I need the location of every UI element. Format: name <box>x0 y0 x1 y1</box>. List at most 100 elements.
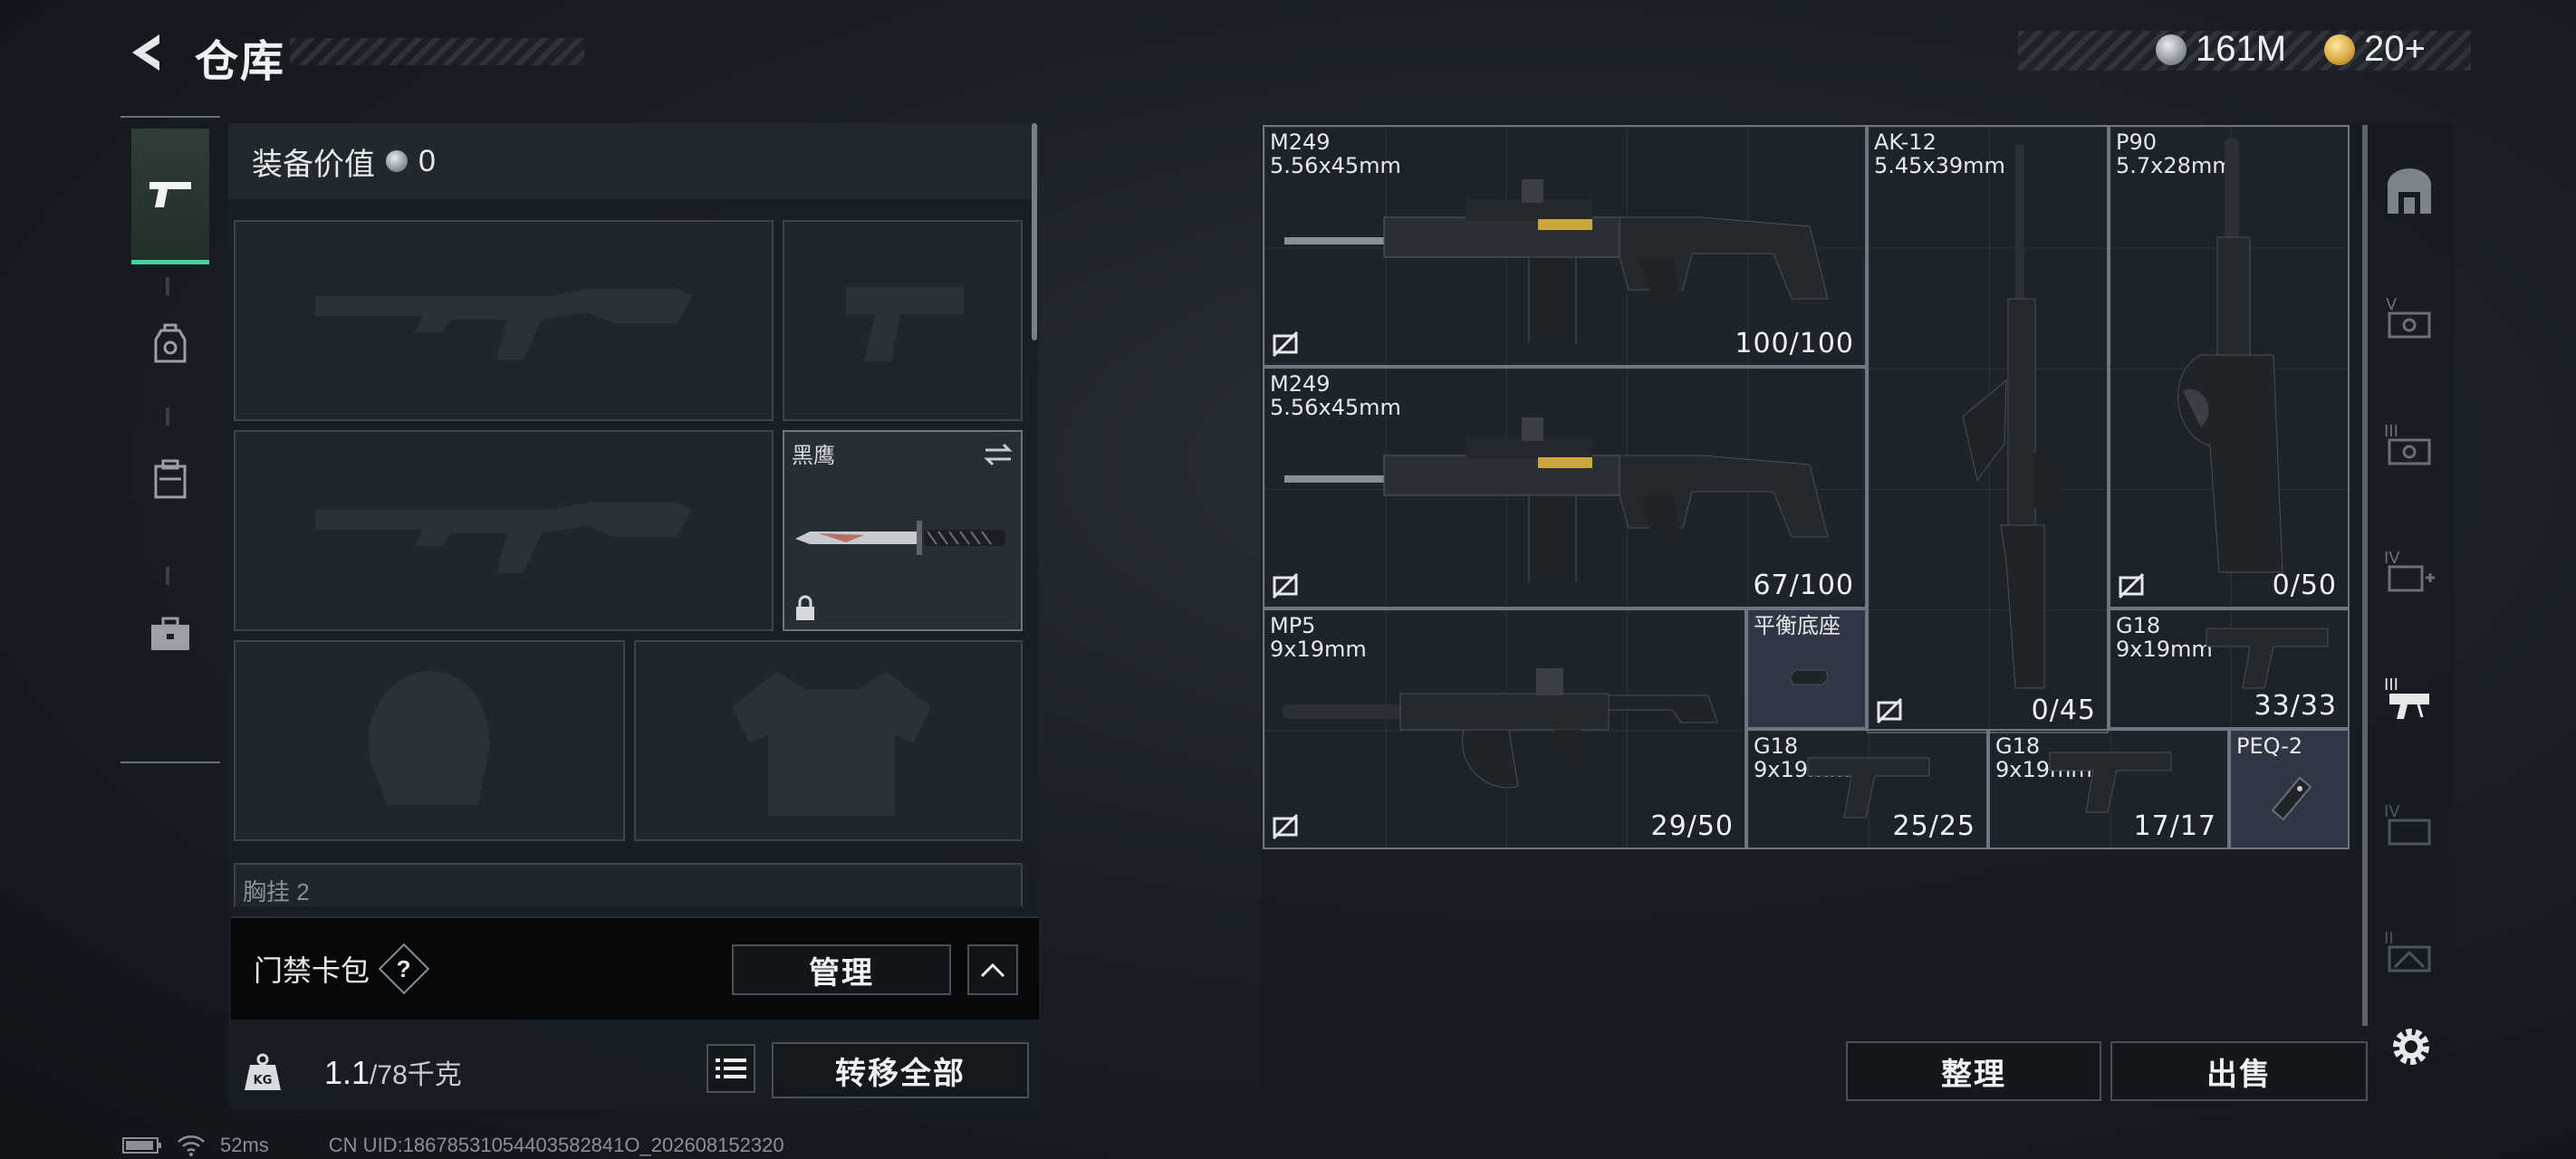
stash-item-g18[interactable]: G18 9x19mm 33/33 <box>2109 608 2350 729</box>
lock-icon <box>796 595 814 620</box>
wifi-icon <box>178 1135 205 1156</box>
home-vault-icon <box>2388 168 2431 214</box>
gold-currency[interactable]: 20+ <box>2324 29 2426 70</box>
machine-gun-icon <box>1284 417 1829 582</box>
stash-category-iv[interactable]: IV <box>2377 791 2442 857</box>
no-sell-icon <box>1272 572 1299 599</box>
help-button[interactable]: ? <box>378 943 430 995</box>
iv-medical-icon: IV <box>2384 549 2435 592</box>
stash-item-m249[interactable]: M249 5.56x45mm 67/100 <box>1263 367 1867 608</box>
manage-button[interactable]: 管理 <box>732 944 951 995</box>
laser-module-icon <box>2271 776 2312 821</box>
stash-item-ak12[interactable]: AK-12 5.45x39mm 0/45 <box>1867 125 2109 733</box>
swap-icon[interactable] <box>982 441 1014 468</box>
smg-icon <box>1283 668 1718 789</box>
smg-icon <box>2177 138 2283 573</box>
helmet-slot[interactable] <box>234 640 625 841</box>
melee-item-name: 黑鹰 <box>792 444 835 468</box>
weight-kg-icon: KG <box>245 1053 281 1090</box>
stash-category-iii[interactable]: III <box>2377 411 2442 476</box>
item-ammo: 17/17 <box>2133 810 2216 842</box>
svg-text:KG: KG <box>254 1074 273 1087</box>
no-sell-icon <box>1272 330 1299 358</box>
stash-item-g18[interactable]: G18 9x19mm 17/17 <box>1988 729 2229 849</box>
svg-text:III: III <box>2384 675 2398 694</box>
armor-silhouette-icon <box>732 671 931 816</box>
sort-button[interactable]: 整理 <box>1846 1041 2101 1101</box>
svg-text:II: II <box>2384 929 2394 948</box>
no-sell-icon <box>2118 572 2145 599</box>
gold-amount: 20+ <box>2364 29 2426 69</box>
melee-slot[interactable]: 黑鹰 <box>783 430 1023 631</box>
battery-icon <box>122 1137 161 1154</box>
primary-weapon-slot-1[interactable] <box>234 220 774 421</box>
chest-rig-label: 胸挂 2 <box>243 878 310 905</box>
svg-text:V: V <box>2386 295 2398 314</box>
stash-category-ii[interactable]: II <box>2377 918 2442 983</box>
stash-item-mp5[interactable]: MP5 9x19mm 29/50 <box>1263 608 1746 849</box>
chest-rig-slot[interactable]: 胸挂 2 <box>234 863 1023 906</box>
knife-icon <box>795 521 1005 555</box>
ii-crate-icon: II <box>2384 929 2431 972</box>
help-icon: ? <box>397 954 411 982</box>
stash-item-p90[interactable]: P90 5.7x28mm 0/50 <box>2109 125 2350 608</box>
tab-armor[interactable] <box>131 299 209 389</box>
uid-readout: CN UID:18678531054403582841O_20260815232… <box>328 1134 784 1156</box>
armor-slot[interactable] <box>634 640 1023 841</box>
stash-item-peq2[interactable]: PEQ-2 <box>2229 729 2350 849</box>
chevron-up-icon <box>980 963 1005 978</box>
pistol-icon <box>2049 752 2172 813</box>
tab-cases[interactable] <box>131 589 209 679</box>
item-ammo: 100/100 <box>1735 328 1854 359</box>
title-decoration <box>290 38 584 65</box>
silver-coin-icon <box>386 150 408 172</box>
tab-weapons[interactable] <box>131 129 209 264</box>
item-name: PEQ-2 <box>2236 733 2303 759</box>
page-title: 仓库 <box>195 38 286 86</box>
helmet-silhouette-icon <box>368 670 490 805</box>
equipment-value-label: 装备价值 <box>252 147 375 182</box>
stash-category-home[interactable] <box>2377 158 2442 223</box>
status-bar: 52ms CN UID:18678531054403582841O_202608… <box>122 1134 784 1157</box>
item-name: 平衡底座 <box>1754 613 1841 638</box>
item-ammo: 0/50 <box>2272 570 2337 601</box>
equipment-value: 0 <box>418 143 436 178</box>
list-icon <box>716 1058 746 1078</box>
stash-category-iii-active[interactable]: III <box>2377 665 2442 730</box>
silver-currency: 161M <box>2156 29 2286 70</box>
rifle-silhouette-icon <box>315 289 692 359</box>
stash-item-m249[interactable]: M249 5.56x45mm 100/100 <box>1263 125 1867 367</box>
sell-button[interactable]: 出售 <box>2110 1041 2368 1101</box>
access-card-label: 门禁卡包 <box>254 954 370 987</box>
transfer-all-button[interactable]: 转移全部 <box>772 1042 1029 1098</box>
equipment-scrollbar[interactable] <box>1032 123 1037 340</box>
no-sell-icon <box>1876 697 1903 724</box>
weight-max: /78千克 <box>370 1060 462 1090</box>
iii-crate-icon: III <box>2384 422 2431 465</box>
primary-weapon-slot-2[interactable] <box>234 430 774 631</box>
rifle-silhouette-icon <box>315 503 692 573</box>
tab-bags[interactable] <box>131 426 209 534</box>
stash-item-g18[interactable]: G18 9x19mm 25/25 <box>1746 729 1988 849</box>
back-button[interactable] <box>118 25 172 80</box>
briefcase-icon <box>151 617 189 650</box>
weight-current: 1.1 <box>324 1054 370 1091</box>
item-ammo: 29/50 <box>1650 810 1734 842</box>
equipment-value-header: 装备价值 0 <box>228 123 1039 199</box>
sidearm-slot[interactable] <box>783 220 1023 421</box>
pistol-silhouette-icon <box>846 287 964 361</box>
expand-button[interactable] <box>967 944 1018 995</box>
silver-amount: 161M <box>2196 29 2287 69</box>
svg-text:IV: IV <box>2384 802 2400 821</box>
list-view-button[interactable] <box>706 1044 755 1093</box>
stash-category-v[interactable]: V <box>2377 284 2442 350</box>
stash-category-iv-medical[interactable]: IV <box>2377 538 2442 603</box>
mount-icon <box>1789 669 1829 685</box>
svg-text:III: III <box>2384 422 2398 441</box>
weight-readout: 1.1/78千克 <box>324 1052 462 1092</box>
settings-button[interactable] <box>2386 1021 2437 1072</box>
silver-coin-icon <box>2156 34 2187 65</box>
machine-gun-icon <box>1284 179 1829 344</box>
stash-item-mount[interactable]: 平衡底座 <box>1746 608 1867 729</box>
iv-crate-icon: IV <box>2384 802 2431 846</box>
